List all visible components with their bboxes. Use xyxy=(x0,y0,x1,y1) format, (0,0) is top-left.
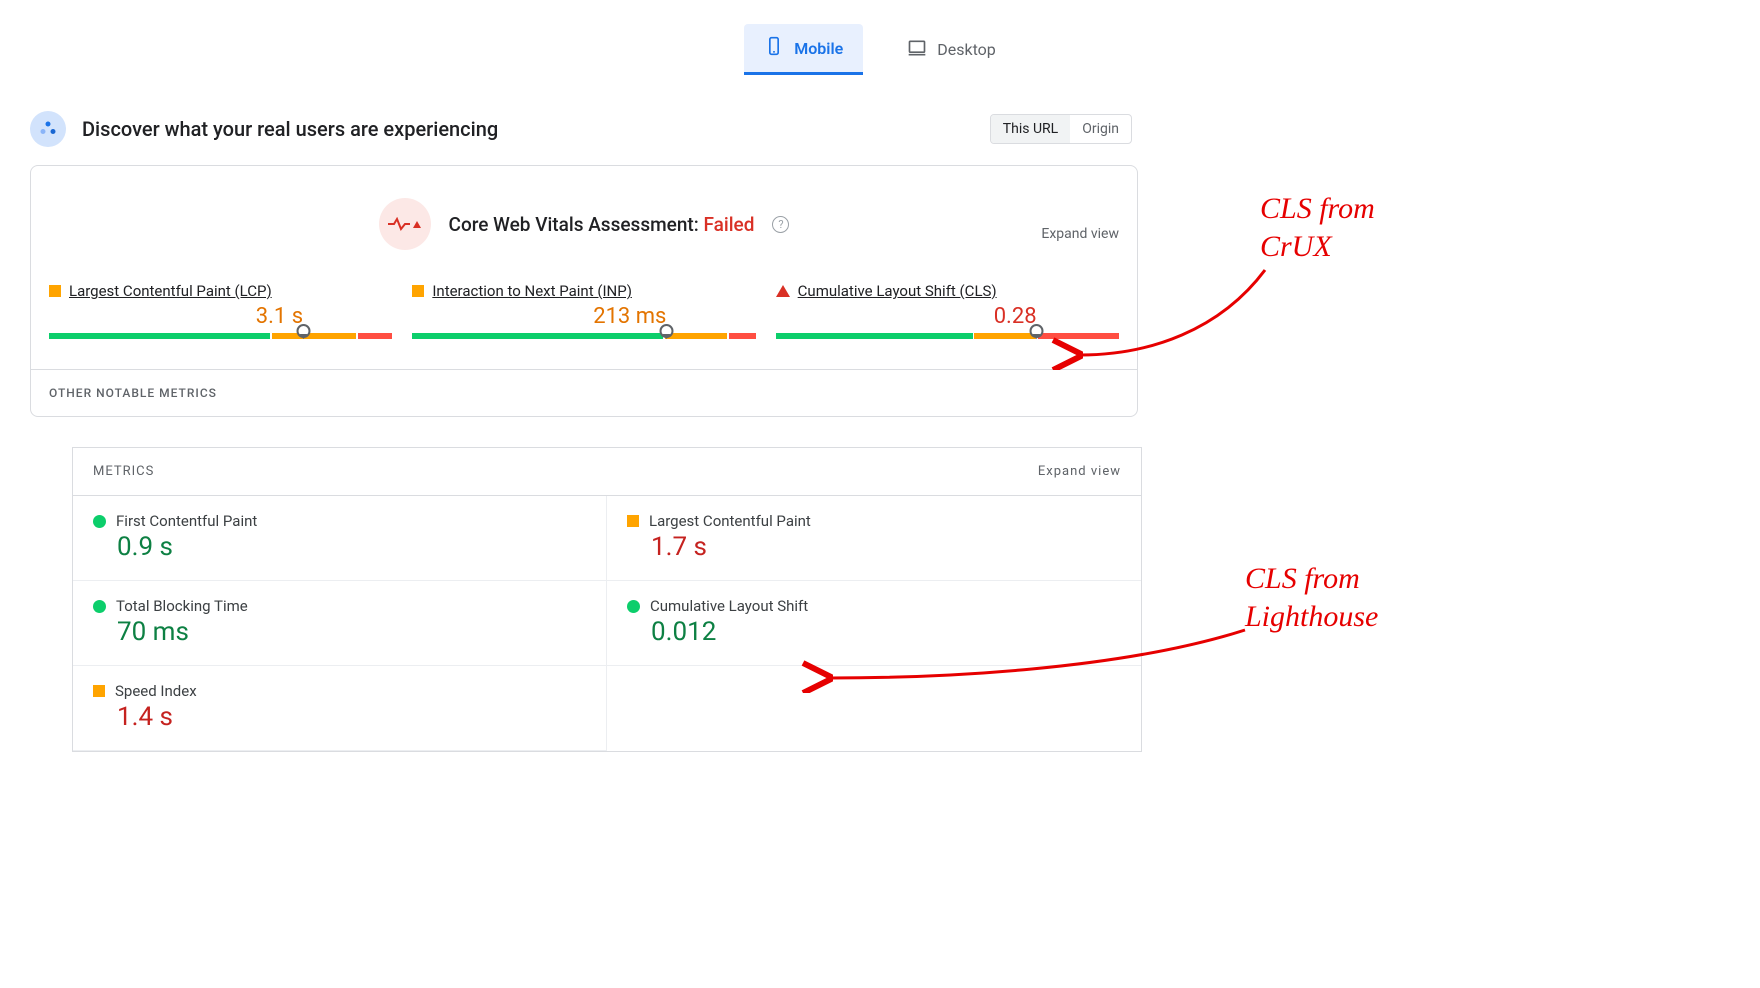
cwv-distribution-bar xyxy=(412,333,755,339)
tab-desktop[interactable]: Desktop xyxy=(887,24,1016,75)
square-marker-icon xyxy=(93,685,105,697)
cwv-metric-link[interactable]: Interaction to Next Paint (INP) xyxy=(412,282,755,300)
square-marker-icon xyxy=(627,515,639,527)
toggle-origin[interactable]: Origin xyxy=(1070,115,1131,143)
lh-metric-cell: Total Blocking Time 70 ms xyxy=(73,581,607,666)
lh-metric-value: 1.7 s xyxy=(651,532,1121,562)
lh-metric-name: Speed Index xyxy=(115,682,197,700)
value-pin-icon xyxy=(665,326,668,339)
crux-panel: Core Web Vitals Assessment: Failed ? Exp… xyxy=(30,165,1138,417)
page-title: Discover what your real users are experi… xyxy=(82,117,990,141)
tab-desktop-label: Desktop xyxy=(937,40,996,59)
expand-view-link[interactable]: Expand view xyxy=(1041,226,1119,242)
lh-metric-cell: First Contentful Paint 0.9 s xyxy=(73,496,607,581)
lh-metric-name: Total Blocking Time xyxy=(116,597,248,615)
cwv-metric-name: Interaction to Next Paint (INP) xyxy=(432,282,632,300)
lh-metric-name: Cumulative Layout Shift xyxy=(650,597,808,615)
assessment-text: Core Web Vitals Assessment: Failed xyxy=(449,213,755,236)
lh-metric-name-row: Largest Contentful Paint xyxy=(627,512,1121,530)
toggle-this-url[interactable]: This URL xyxy=(991,115,1070,143)
cwv-metric-link[interactable]: Largest Contentful Paint (LCP) xyxy=(49,282,392,300)
assessment-label: Core Web Vitals Assessment: xyxy=(449,213,704,236)
square-marker-icon xyxy=(49,285,61,297)
lh-metric-value: 1.4 s xyxy=(117,702,586,732)
lh-metric-name-row: Cumulative Layout Shift xyxy=(627,597,1121,615)
cwv-grid: Largest Contentful Paint (LCP) 3.1 s Inter… xyxy=(31,258,1137,351)
lh-metric-name: First Contentful Paint xyxy=(116,512,257,530)
lighthouse-grid: First Contentful Paint 0.9 s Largest Conte… xyxy=(73,496,1141,751)
cwv-distribution-bar xyxy=(776,333,1119,339)
cwv-metric-link[interactable]: Cumulative Layout Shift (CLS) xyxy=(776,282,1119,300)
lh-metric-cell: Cumulative Layout Shift 0.012 xyxy=(607,581,1141,666)
value-pin-icon xyxy=(1035,326,1038,339)
other-notable-label: OTHER NOTABLE METRICS xyxy=(31,369,1137,416)
triangle-marker-icon xyxy=(776,285,790,297)
cwv-metric-name: Cumulative Layout Shift (CLS) xyxy=(798,282,997,300)
cwv-metric-name: Largest Contentful Paint (LCP) xyxy=(69,282,272,300)
cwv-card: Largest Contentful Paint (LCP) 3.1 s xyxy=(49,282,392,339)
lh-metric-value: 0.9 s xyxy=(117,532,586,562)
lh-metric-cell: Speed Index 1.4 s xyxy=(73,666,607,751)
lh-metric-name-row: Speed Index xyxy=(93,682,586,700)
cwv-card: Cumulative Layout Shift (CLS) 0.28 xyxy=(776,282,1119,339)
metrics-heading: METRICS xyxy=(93,464,154,479)
value-pin-icon xyxy=(302,326,305,339)
metrics-expand-link[interactable]: Expand view xyxy=(1038,464,1121,479)
circle-marker-icon xyxy=(627,600,640,613)
url-origin-toggle: This URL Origin xyxy=(990,114,1132,144)
lh-metric-name-row: Total Blocking Time xyxy=(93,597,586,615)
lighthouse-panel: METRICS Expand view First Contentful Pai… xyxy=(72,447,1142,752)
help-icon[interactable]: ? xyxy=(772,216,789,233)
circle-marker-icon xyxy=(93,600,106,613)
annotation-crux: CLS from CrUX xyxy=(1260,190,1375,265)
square-marker-icon xyxy=(412,285,424,297)
assessment-status-icon xyxy=(379,198,431,250)
cwv-metric-value: 3.1 s xyxy=(49,304,392,329)
cwv-card: Interaction to Next Paint (INP) 213 ms xyxy=(412,282,755,339)
tab-mobile[interactable]: Mobile xyxy=(744,24,863,75)
discover-icon xyxy=(30,111,66,147)
circle-marker-icon xyxy=(93,515,106,528)
cwv-metric-value: 0.28 xyxy=(776,304,1119,329)
annotation-lighthouse: CLS from Lighthouse xyxy=(1245,560,1378,635)
cwv-distribution-bar xyxy=(49,333,392,339)
lh-metric-value: 0.012 xyxy=(651,617,1121,647)
tab-mobile-label: Mobile xyxy=(794,39,843,58)
lh-metric-name: Largest Contentful Paint xyxy=(649,512,811,530)
device-tabs: Mobile Desktop xyxy=(0,0,1760,75)
assessment-status: Failed xyxy=(703,213,754,236)
cwv-metric-value: 213 ms xyxy=(412,304,755,329)
desktop-icon xyxy=(907,38,927,62)
phone-icon xyxy=(764,36,784,60)
lh-metric-value: 70 ms xyxy=(117,617,586,647)
lh-metric-name-row: First Contentful Paint xyxy=(93,512,586,530)
lh-metric-cell: Largest Contentful Paint 1.7 s xyxy=(607,496,1141,581)
